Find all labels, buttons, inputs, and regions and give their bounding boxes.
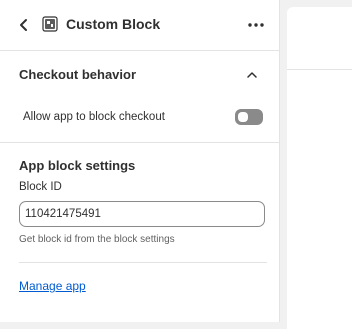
preview-canvas [287,7,352,329]
block-id-label: Block ID [19,181,62,193]
more-actions-button[interactable] [245,15,267,35]
chevron-up-icon [247,72,257,78]
block-id-input[interactable]: 110421475491 [19,201,265,227]
app-block-settings-title: App block settings [19,158,136,173]
collapse-section-button[interactable] [244,67,260,83]
panel-header: Custom Block [0,0,279,51]
checkout-behavior-section: Checkout behavior Allow app to block che… [0,51,279,143]
block-settings-panel: Custom Block Checkout behavior Allow app… [0,0,280,322]
block-checkout-toggle[interactable] [235,109,263,125]
manage-app-link[interactable]: Manage app [19,279,86,293]
block-id-value: 110421475491 [25,208,101,220]
page-title: Custom Block [66,16,161,32]
checkout-behavior-title: Checkout behavior [19,67,137,82]
canvas-divider [287,69,352,70]
toggle-knob [238,112,248,122]
chevron-left-icon [20,19,27,31]
app-block-icon [42,16,58,32]
toggle-label: Allow app to block checkout [23,111,165,123]
more-horizontal-icon [248,23,264,27]
block-id-help-text: Get block id from the block settings [19,234,175,245]
back-button[interactable] [14,15,34,35]
divider [19,262,267,263]
